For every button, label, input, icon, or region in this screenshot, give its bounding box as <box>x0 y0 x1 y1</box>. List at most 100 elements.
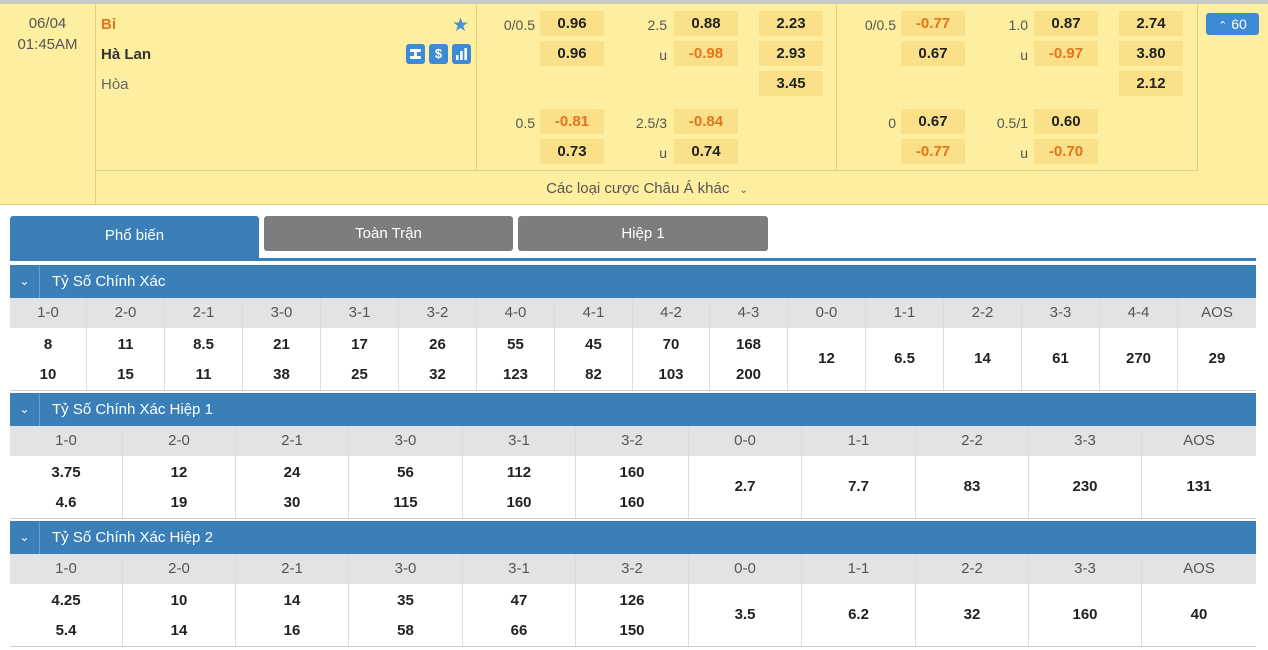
score-odds-cell[interactable]: 8 10 <box>10 328 87 390</box>
away-score-odds[interactable]: 25 <box>321 366 398 383</box>
away-score-odds[interactable]: 30 <box>236 494 348 511</box>
away-score-odds[interactable]: 16 <box>236 622 348 639</box>
score-odds-cell[interactable]: 12 19 <box>123 456 236 518</box>
away-score-odds[interactable]: 123 <box>477 366 554 383</box>
home-score-odds[interactable]: 11 <box>87 336 164 353</box>
home-score-odds[interactable]: 17 <box>321 336 398 353</box>
draw-score-odds[interactable]: 2.7 <box>689 478 801 495</box>
home-score-odds[interactable]: 47 <box>463 592 575 609</box>
odds-value[interactable]: -0.97 <box>1034 41 1098 66</box>
chart-icon[interactable] <box>452 44 471 64</box>
draw-score-odds[interactable]: 61 <box>1022 350 1099 367</box>
home-score-odds[interactable]: 4.25 <box>10 592 122 609</box>
score-odds-cell[interactable]: 131 <box>1142 456 1256 518</box>
score-odds-cell[interactable]: 14 <box>944 328 1022 390</box>
home-score-odds[interactable]: 112 <box>463 464 575 481</box>
odds-value[interactable]: 2.74 <box>1119 11 1183 36</box>
draw-score-odds[interactable]: 14 <box>944 350 1021 367</box>
odds-value[interactable]: 2.23 <box>759 11 823 36</box>
home-score-odds[interactable]: 26 <box>399 336 476 353</box>
score-odds-cell[interactable]: 112 160 <box>463 456 576 518</box>
tab-popular[interactable]: Phổ biến <box>10 216 259 258</box>
odds-value[interactable]: 0.96 <box>540 41 604 66</box>
chevron-down-icon[interactable]: ⌄ <box>10 265 40 298</box>
score-odds-cell[interactable]: 4.25 5.4 <box>10 584 123 646</box>
draw-score-odds[interactable]: 7.7 <box>802 478 915 495</box>
score-odds-cell[interactable]: 29 <box>1178 328 1256 390</box>
tab-full-match[interactable]: Toàn Trận <box>264 216 513 251</box>
home-score-odds[interactable]: 168 <box>710 336 787 353</box>
away-score-odds[interactable]: 32 <box>399 366 476 383</box>
home-score-odds[interactable]: 12 <box>123 464 235 481</box>
draw-score-odds[interactable]: 29 <box>1178 350 1256 367</box>
score-odds-cell[interactable]: 10 14 <box>123 584 236 646</box>
score-odds-cell[interactable]: 7.7 <box>802 456 916 518</box>
section-header[interactable]: ⌄ Tỷ Số Chính Xác Hiệp 1 <box>10 393 1256 426</box>
draw-score-odds[interactable]: 83 <box>916 478 1028 495</box>
draw-score-odds[interactable]: 270 <box>1100 350 1177 367</box>
section-header[interactable]: ⌄ Tỷ Số Chính Xác Hiệp 2 <box>10 521 1256 554</box>
stats-icon[interactable] <box>406 44 425 64</box>
score-odds-cell[interactable]: 6.5 <box>866 328 944 390</box>
section-header[interactable]: ⌄ Tỷ Số Chính Xác <box>10 265 1256 298</box>
draw-score-odds[interactable]: 160 <box>1029 606 1141 623</box>
score-odds-cell[interactable]: 61 <box>1022 328 1100 390</box>
home-score-odds[interactable]: 8.5 <box>165 336 242 353</box>
score-odds-cell[interactable]: 168 200 <box>710 328 788 390</box>
draw-score-odds[interactable]: 3.5 <box>689 606 801 623</box>
draw-score-odds[interactable]: 6.2 <box>802 606 915 623</box>
away-score-odds[interactable]: 14 <box>123 622 235 639</box>
away-score-odds[interactable]: 103 <box>633 366 709 383</box>
score-odds-cell[interactable]: 56 115 <box>349 456 463 518</box>
away-score-odds[interactable]: 115 <box>349 494 462 511</box>
home-team[interactable]: Bỉ <box>101 16 116 33</box>
home-score-odds[interactable]: 8 <box>10 336 86 353</box>
home-score-odds[interactable]: 126 <box>576 592 688 609</box>
odds-value[interactable]: 2.93 <box>759 41 823 66</box>
draw-score-odds[interactable]: 230 <box>1029 478 1141 495</box>
away-score-odds[interactable]: 15 <box>87 366 164 383</box>
home-score-odds[interactable]: 14 <box>236 592 348 609</box>
score-odds-cell[interactable]: 70 103 <box>633 328 710 390</box>
score-odds-cell[interactable]: 8.5 11 <box>165 328 243 390</box>
home-score-odds[interactable]: 24 <box>236 464 348 481</box>
odds-value[interactable]: 0.67 <box>901 109 965 134</box>
odds-value[interactable]: -0.70 <box>1034 139 1098 164</box>
home-score-odds[interactable]: 35 <box>349 592 462 609</box>
tab-first-half[interactable]: Hiệp 1 <box>518 216 768 251</box>
draw-score-odds[interactable]: 12 <box>788 350 865 367</box>
score-odds-cell[interactable]: 230 <box>1029 456 1142 518</box>
score-odds-cell[interactable]: 6.2 <box>802 584 916 646</box>
score-odds-cell[interactable]: 160 160 <box>576 456 689 518</box>
away-score-odds[interactable]: 58 <box>349 622 462 639</box>
home-score-odds[interactable]: 70 <box>633 336 709 353</box>
odds-value[interactable]: 0.96 <box>540 11 604 36</box>
odds-value[interactable]: 0.67 <box>901 41 965 66</box>
home-score-odds[interactable]: 55 <box>477 336 554 353</box>
score-odds-cell[interactable]: 83 <box>916 456 1029 518</box>
money-icon[interactable]: $ <box>429 44 448 64</box>
odds-value[interactable]: 3.80 <box>1119 41 1183 66</box>
away-score-odds[interactable]: 4.6 <box>10 494 122 511</box>
home-score-odds[interactable]: 45 <box>555 336 632 353</box>
odds-value[interactable]: 0.87 <box>1034 11 1098 36</box>
star-icon[interactable]: ★ <box>452 14 469 37</box>
away-score-odds[interactable]: 10 <box>10 366 86 383</box>
away-score-odds[interactable]: 82 <box>555 366 632 383</box>
score-odds-cell[interactable]: 126 150 <box>576 584 689 646</box>
odds-value[interactable]: -0.98 <box>674 41 738 66</box>
score-odds-cell[interactable]: 160 <box>1029 584 1142 646</box>
score-odds-cell[interactable]: 21 38 <box>243 328 321 390</box>
score-odds-cell[interactable]: 270 <box>1100 328 1178 390</box>
odds-value[interactable]: 0.88 <box>674 11 738 36</box>
away-score-odds[interactable]: 150 <box>576 622 688 639</box>
score-odds-cell[interactable]: 3.75 4.6 <box>10 456 123 518</box>
draw-score-odds[interactable]: 131 <box>1142 478 1256 495</box>
draw-score-odds[interactable]: 6.5 <box>866 350 943 367</box>
score-odds-cell[interactable]: 47 66 <box>463 584 576 646</box>
chevron-down-icon[interactable]: ⌄ <box>10 393 40 426</box>
away-score-odds[interactable]: 19 <box>123 494 235 511</box>
score-odds-cell[interactable]: 3.5 <box>689 584 802 646</box>
score-odds-cell[interactable]: 45 82 <box>555 328 633 390</box>
other-bets-toggle[interactable]: Các loại cược Châu Á khác ⌄ <box>95 170 1198 205</box>
